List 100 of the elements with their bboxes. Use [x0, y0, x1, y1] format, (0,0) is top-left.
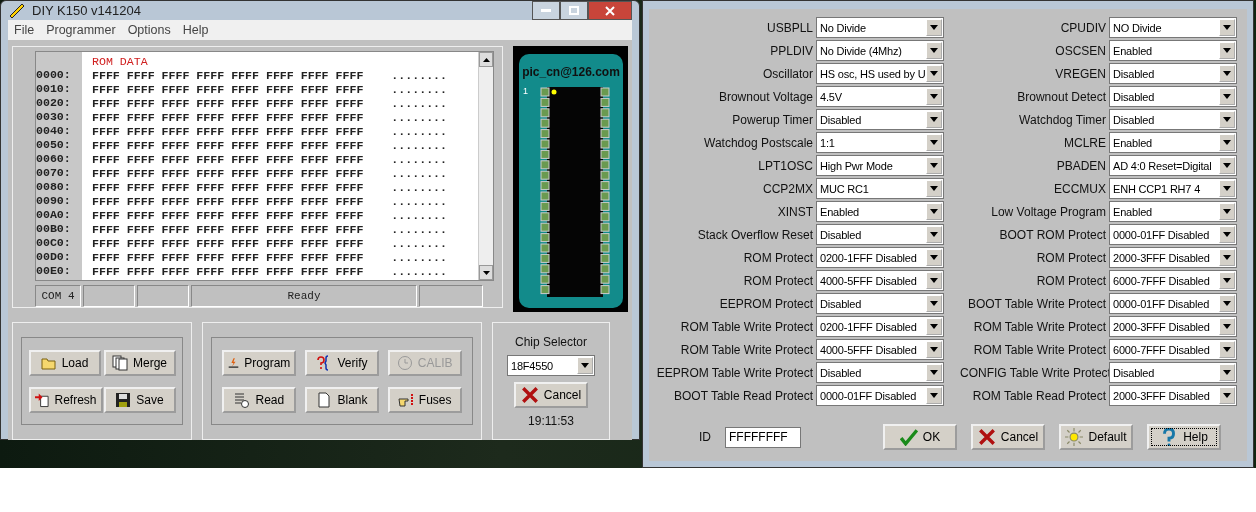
- refresh-button[interactable]: Refresh: [28, 386, 103, 413]
- fuse-dropdown[interactable]: 1:1: [816, 132, 944, 153]
- menu-item[interactable]: Programmer: [42, 23, 124, 37]
- pages-icon: [112, 354, 128, 371]
- fuse-dropdown[interactable]: Enabled: [816, 201, 944, 222]
- dropdown-arrow-icon: [1223, 186, 1231, 191]
- fuse-dropdown[interactable]: 0000-01FF Disabled: [1109, 224, 1237, 245]
- ok-button[interactable]: OK: [883, 424, 957, 450]
- fuse-label: ROM Table Write Protect: [679, 342, 813, 357]
- fuse-dropdown[interactable]: 2000-3FFF Disabled: [1109, 247, 1237, 268]
- dropdown-arrow-icon: [930, 25, 938, 30]
- cancel-button[interactable]: Cancel: [514, 382, 588, 408]
- merge-button[interactable]: Merge: [103, 349, 176, 376]
- fuse-dropdown[interactable]: Disabled: [816, 293, 944, 314]
- fuse-label: BOOT ROM Protect: [998, 227, 1106, 242]
- chip-socket-drawing: pic_cn@126.com 1: [518, 54, 623, 308]
- fuse-dropdown[interactable]: 6000-7FFF Disabled: [1109, 270, 1237, 291]
- dropdown-arrow-icon: [930, 393, 938, 398]
- save-button[interactable]: Save: [103, 386, 176, 413]
- close-icon: [977, 428, 996, 446]
- ascii-text: ........: [391, 83, 447, 97]
- dropdown-arrow-icon: [930, 370, 938, 375]
- hex-words: FFFF FFFF FFFF FFFF FFFF FFFF FFFF FFFF: [92, 139, 364, 153]
- fuse-label: LPT1OSC: [757, 158, 813, 173]
- dropdown-arrow-icon: [930, 255, 938, 260]
- section-heading: ROM DATA: [92, 55, 149, 69]
- ascii-text: ........: [391, 251, 447, 265]
- fuse-dropdown[interactable]: Disabled: [1109, 109, 1237, 130]
- close-button[interactable]: [588, 1, 632, 20]
- fuse-dropdown[interactable]: Disabled: [1109, 362, 1237, 383]
- fuse-label: Low Voltage Program: [990, 204, 1106, 219]
- load-button[interactable]: Load: [28, 349, 101, 376]
- scroll-down-icon: [482, 270, 490, 275]
- menu-item[interactable]: Options: [123, 23, 179, 37]
- ascii-text: ........: [391, 97, 447, 111]
- fuse-dropdown[interactable]: NO Divide: [1109, 17, 1237, 38]
- hex-words: FFFF FFFF FFFF FFFF FFFF FFFF FFFF FFFF: [92, 97, 364, 111]
- dropdown-arrow-icon: [1223, 25, 1231, 30]
- default-button[interactable]: Default: [1059, 424, 1133, 450]
- fuse-dropdown[interactable]: No Divide (4Mhz): [816, 40, 944, 61]
- scroll-up-icon: [482, 57, 490, 62]
- close-icon: [520, 386, 539, 404]
- window-title: DIY K150 v141204: [32, 3, 141, 18]
- fuse-dropdown[interactable]: AD 4:0 Reset=Digital: [1109, 155, 1237, 176]
- dropdown-arrow-icon: [930, 163, 938, 168]
- fuse-dropdown[interactable]: No Divide: [816, 17, 944, 38]
- fuse-dropdown[interactable]: 0200-1FFF Disabled: [816, 316, 944, 337]
- dropdown-arrow-icon: [1223, 140, 1231, 145]
- dropdown-arrow-icon: [930, 324, 938, 329]
- cancel-button[interactable]: Cancel: [971, 424, 1045, 450]
- fuse-dropdown[interactable]: Enabled: [1109, 132, 1237, 153]
- scrollbar[interactable]: [478, 52, 494, 281]
- fuse-dropdown[interactable]: 0200-1FFF Disabled: [816, 247, 944, 268]
- maximize-icon: [569, 6, 579, 15]
- fuse-dropdown[interactable]: 6000-7FFF Disabled: [1109, 339, 1237, 360]
- read-button[interactable]: Read: [222, 386, 297, 413]
- hex-words: FFFF FFFF FFFF FFFF FFFF FFFF FFFF FFFF: [92, 251, 364, 265]
- help-button[interactable]: Help: [1147, 424, 1221, 450]
- menu-item[interactable]: File: [10, 23, 43, 37]
- fuse-dropdown[interactable]: Disabled: [1109, 86, 1237, 107]
- verify-button[interactable]: Verify: [305, 349, 379, 376]
- fuse-dropdown[interactable]: High Pwr Mode: [816, 155, 944, 176]
- fuse-dropdown[interactable]: 2000-3FFF Disabled: [1109, 316, 1237, 337]
- fuse-dropdown[interactable]: Enabled: [1109, 201, 1237, 222]
- lines-circle-icon: [234, 391, 251, 408]
- dropdown-arrow-icon: [930, 186, 938, 191]
- fuse-dropdown[interactable]: Disabled: [816, 109, 944, 130]
- fuse-label: ECCMUX: [1053, 181, 1106, 196]
- fuse-label: Powerup Timer: [731, 112, 813, 127]
- address-label: 0080:: [36, 180, 72, 194]
- fuse-dropdown[interactable]: 0000-01FF Disabled: [1109, 293, 1237, 314]
- fuse-dropdown[interactable]: 4.5V: [816, 86, 944, 107]
- hex-words: FFFF FFFF FFFF FFFF FFFF FFFF FFFF FFFF: [92, 223, 364, 237]
- fuse-dropdown[interactable]: 0000-01FF Disabled: [816, 385, 944, 406]
- fuses-button[interactable]: Fuses: [387, 386, 462, 413]
- fuse-dropdown[interactable]: 4000-5FFF Disabled: [816, 270, 944, 291]
- fuse-label: ROM Table Write Protect: [972, 342, 1106, 357]
- program-button[interactable]: Program: [222, 349, 297, 376]
- address-label: 00C0:: [36, 236, 72, 250]
- fuse-dropdown[interactable]: Disabled: [816, 362, 944, 383]
- chip-dropdown[interactable]: 18F4550: [507, 355, 595, 376]
- fuse-dropdown[interactable]: ENH CCP1 RH7 4: [1109, 178, 1237, 199]
- fuse-dropdown[interactable]: 2000-3FFF Disabled: [1109, 385, 1237, 406]
- port-status: COM 4: [41, 289, 75, 304]
- fuse-dropdown[interactable]: HS osc, HS used by U: [816, 63, 944, 84]
- fuse-dropdown[interactable]: MUC RC1: [816, 178, 944, 199]
- fuse-label: Watchdog Timer: [1018, 112, 1106, 127]
- maximize-button[interactable]: [560, 1, 588, 20]
- fuse-label: ROM Table Read Protect: [971, 388, 1106, 403]
- fuse-dropdown[interactable]: Enabled: [1109, 40, 1237, 61]
- fuse-dropdown[interactable]: Disabled: [816, 224, 944, 245]
- menu-item[interactable]: Help: [178, 23, 217, 37]
- dropdown-arrow-icon: [1223, 324, 1231, 329]
- id-input[interactable]: FFFFFFFF: [725, 426, 801, 448]
- ascii-text: ........: [391, 265, 447, 279]
- blank-button[interactable]: Blank: [305, 386, 379, 413]
- dropdown-arrow-icon: [930, 48, 938, 53]
- fuse-dropdown[interactable]: 4000-5FFF Disabled: [816, 339, 944, 360]
- fuse-dropdown[interactable]: Disabled: [1109, 63, 1237, 84]
- minimize-button[interactable]: [532, 1, 560, 20]
